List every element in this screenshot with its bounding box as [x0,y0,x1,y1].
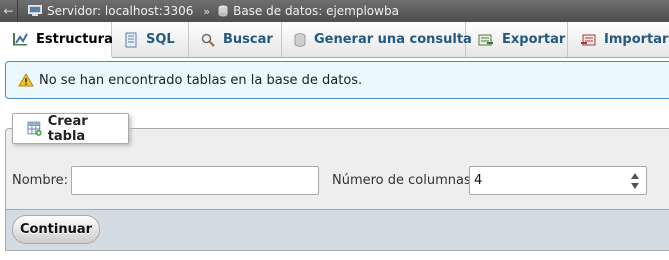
tab-label: Generar una consulta [314,32,472,47]
breadcrumb-separator: » [203,4,211,18]
tab-label: Buscar [223,32,273,47]
sql-icon [125,32,137,47]
tab-buscar[interactable]: Buscar [189,22,282,57]
tab-label: Importar [604,32,669,47]
add-table-icon [27,121,42,136]
notice-text: No se han encontrado tablas en la base d… [39,72,363,88]
breadcrumb-database[interactable]: Base de datos: ejemplowba [218,4,399,18]
tab-label: Estructura [36,31,113,47]
query-icon [294,32,306,47]
search-icon [201,33,215,47]
tab-importar[interactable]: Importar [568,22,669,57]
legend-label: Crear tabla [47,113,88,144]
breadcrumb-server[interactable]: Servidor: localhost:3306 [28,4,193,18]
back-arrow-icon[interactable]: ← [0,0,18,22]
table-name-label: Nombre: [12,173,69,188]
column-count-value: 4 [474,173,483,188]
import-icon [581,34,596,45]
stepper-arrows-icon[interactable] [630,171,640,191]
column-count-stepper[interactable]: 4 [469,166,647,195]
form-footer [5,209,669,251]
tab-label: SQL [146,32,175,47]
tab-bar: Estructura SQL Buscar Generar una consul… [0,22,669,58]
tab-exportar[interactable]: Exportar [466,22,568,57]
tab-generar-consulta[interactable]: Generar una consulta [282,22,472,57]
tab-label: Exportar [502,32,566,47]
tab-sql[interactable]: SQL [112,22,189,57]
breadcrumb: ← Servidor: localhost:3306 » Base de dat… [0,0,669,22]
column-count-label: Número de columnas: [332,173,476,188]
continue-button[interactable]: Continuar [12,215,100,244]
database-icon [218,5,228,17]
structure-icon [13,33,28,46]
breadcrumb-database-label: Base de datos: ejemplowba [233,4,399,18]
tab-estructura[interactable]: Estructura [0,22,113,58]
create-table-legend: Crear tabla [12,113,129,144]
breadcrumb-server-label: Servidor: localhost:3306 [47,4,194,18]
export-icon [478,34,493,45]
no-tables-notice: No se han encontrado tablas en la base d… [5,61,669,99]
warning-icon [18,73,34,87]
server-icon [28,5,42,16]
table-name-input[interactable] [71,166,319,195]
